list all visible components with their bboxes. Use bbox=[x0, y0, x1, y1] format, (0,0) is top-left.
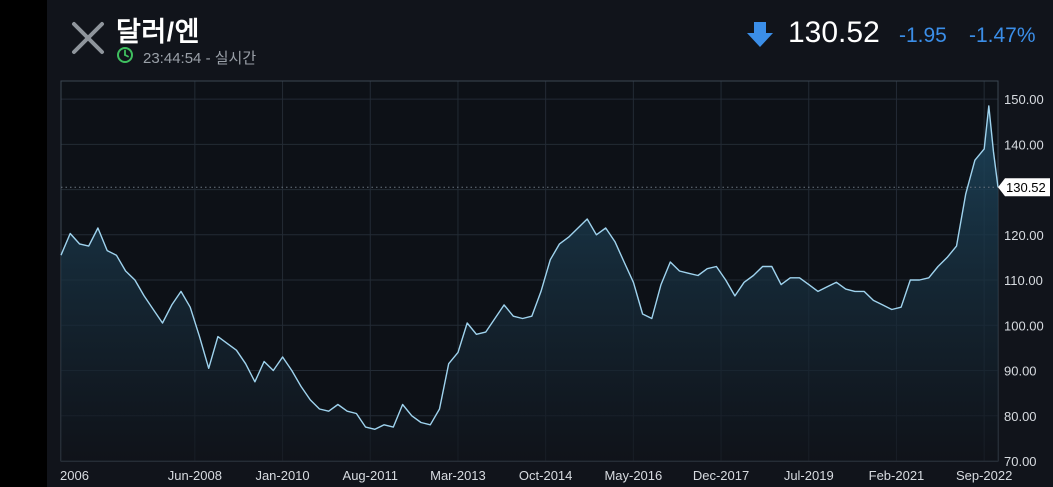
y-tick-label: 150.00 bbox=[1004, 92, 1044, 107]
close-icon[interactable] bbox=[68, 18, 108, 58]
quote-time: 23:44:54 bbox=[143, 50, 202, 67]
x-tick-label: Jan-2010 bbox=[255, 468, 309, 483]
y-tick-label: 120.00 bbox=[1004, 228, 1044, 243]
status-separator: - bbox=[205, 50, 211, 67]
y-tick-label: 80.00 bbox=[1004, 409, 1037, 424]
x-tick-label: 2006 bbox=[60, 468, 89, 483]
arrow-down-icon bbox=[747, 22, 773, 47]
x-tick-label: Jun-2008 bbox=[168, 468, 222, 483]
x-tick-label: Oct-2014 bbox=[519, 468, 572, 483]
x-tick-label: Aug-2011 bbox=[343, 468, 398, 483]
y-tick-label: 110.00 bbox=[1004, 273, 1043, 288]
price-chart[interactable]: 70.0080.0090.00100.00110.00120.00130.001… bbox=[47, 70, 1053, 487]
y-tick-label: 100.00 bbox=[1004, 318, 1044, 333]
y-tick-label: 90.00 bbox=[1004, 364, 1037, 379]
y-tick-label: 140.00 bbox=[1004, 137, 1044, 152]
x-tick-label: Feb-2021 bbox=[869, 468, 925, 483]
last-price: 130.52 bbox=[788, 16, 880, 49]
quote-status: 23:44:54 - 실시간 bbox=[143, 47, 256, 68]
left-edge bbox=[0, 0, 47, 487]
x-tick-label: Sep-2022 bbox=[956, 468, 1012, 483]
x-tick-label: May-2016 bbox=[604, 468, 662, 483]
x-tick-label: Dec-2017 bbox=[693, 468, 749, 483]
price-change: -1.95 bbox=[899, 24, 947, 47]
price-change-percent: -1.47% bbox=[969, 24, 1036, 47]
current-price-label: 130.52 bbox=[1006, 180, 1046, 195]
clock-icon bbox=[117, 47, 133, 63]
x-tick-label: Jul-2019 bbox=[784, 468, 834, 483]
y-tick-label: 70.00 bbox=[1004, 454, 1037, 469]
x-tick-label: Mar-2013 bbox=[430, 468, 486, 483]
realtime-label: 실시간 bbox=[214, 50, 257, 67]
pair-title: 달러/엔 bbox=[116, 17, 201, 47]
